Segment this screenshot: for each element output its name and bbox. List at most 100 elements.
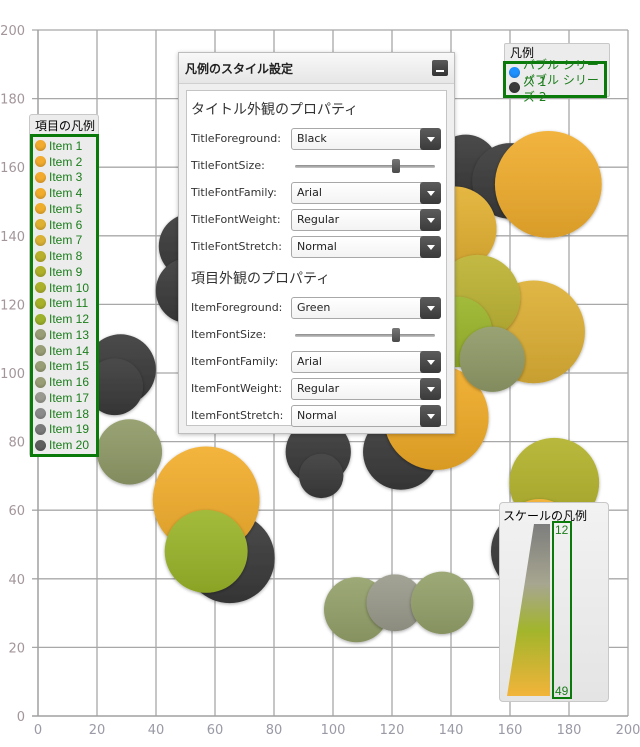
- title-fontweight-value: Regular: [297, 213, 340, 226]
- legend-swatch-icon: [35, 313, 46, 325]
- item-legend-label: Item 17: [49, 390, 90, 405]
- legend-swatch-icon: [35, 266, 46, 278]
- item-legend-entry: Item 14: [35, 343, 96, 359]
- legend-swatch-icon: [35, 282, 46, 294]
- item-legend-label: Item 1: [49, 138, 83, 153]
- slider-thumb[interactable]: [391, 158, 400, 173]
- title-foreground-combo[interactable]: Black: [291, 127, 441, 150]
- item-legend-label: Item 5: [49, 201, 83, 216]
- item-legend-entry: Item 4: [35, 185, 96, 201]
- x-tick-label: 120: [380, 723, 405, 738]
- bubble-shade: [298, 453, 344, 499]
- legend-swatch-icon: [35, 408, 46, 420]
- item-legend-label: Item 2: [49, 154, 83, 169]
- legend-swatch-icon: [35, 219, 46, 231]
- legend-swatch-icon: [35, 345, 46, 357]
- bubble[interactable]: [494, 130, 602, 238]
- slider-track: [295, 164, 435, 168]
- y-tick-label: 80: [8, 436, 25, 451]
- item-foreground-value: Green: [297, 301, 331, 314]
- item-fontsize-row: ItemFontSize:: [187, 321, 446, 348]
- y-tick-label: 180: [0, 93, 25, 108]
- scale-min-label: 12: [555, 523, 569, 537]
- title-fontweight-combo[interactable]: Regular: [291, 208, 441, 231]
- title-fontfamily-label: TitleFontFamily:: [191, 186, 277, 199]
- legend-swatch-icon: [35, 360, 46, 372]
- item-legend-label: Item 12: [49, 312, 90, 327]
- item-legend-entry: Item 11: [35, 296, 96, 312]
- dropdown-arrow-icon[interactable]: [420, 127, 441, 150]
- series-legend-list: バブル シリーズ 1 バブル シリーズ 2: [503, 58, 607, 104]
- scale-wedge: [507, 524, 550, 696]
- item-legend-label: Item 3: [49, 170, 83, 185]
- legend-swatch-icon: [35, 156, 46, 168]
- x-tick-label: 100: [321, 723, 346, 738]
- legend-swatch-icon: [35, 171, 46, 183]
- series-legend-entry: バブル シリーズ 2: [509, 73, 604, 104]
- item-section-heading: 項目外観のプロパティ: [191, 271, 331, 287]
- title-foreground-value: Black: [297, 132, 327, 145]
- item-legend-label: Item 13: [49, 327, 90, 342]
- dropdown-arrow-icon[interactable]: [420, 350, 441, 373]
- bubble-shade: [494, 130, 602, 238]
- legend-swatch-icon: [35, 376, 46, 388]
- dropdown-arrow-icon[interactable]: [420, 404, 441, 427]
- item-legend-label: Item 20: [49, 438, 90, 453]
- item-fontsize-slider[interactable]: [295, 325, 435, 345]
- bubble[interactable]: [164, 509, 248, 593]
- bubble-shade: [410, 571, 474, 635]
- item-legend-entry: Item 6: [35, 217, 96, 233]
- item-fontstretch-label: ItemFontStretch:: [191, 409, 284, 422]
- item-legend-label: Item 14: [49, 343, 90, 358]
- item-legend-entry: Item 13: [35, 327, 96, 343]
- item-legend-entry: Item 5: [35, 201, 96, 217]
- x-tick-label: 0: [34, 723, 42, 738]
- legend-swatch-icon: [35, 439, 46, 451]
- item-legend-label: Item 18: [49, 406, 90, 421]
- y-tick-label: 20: [8, 641, 25, 656]
- item-legend-entry: Item 9: [35, 264, 96, 280]
- title-fontstretch-label: TitleFontStretch:: [191, 240, 282, 253]
- item-fontfamily-row: ItemFontFamily: Arial: [187, 348, 446, 375]
- title-fontsize-slider[interactable]: [295, 156, 435, 176]
- x-tick-label: 60: [207, 723, 224, 738]
- dropdown-arrow-icon[interactable]: [420, 377, 441, 400]
- bubble[interactable]: [459, 326, 525, 392]
- bubble[interactable]: [96, 419, 163, 485]
- y-tick-label: 40: [8, 573, 25, 588]
- dropdown-arrow-icon[interactable]: [420, 181, 441, 204]
- item-legend-label: Item 8: [49, 249, 83, 264]
- x-tick-label: 20: [89, 723, 106, 738]
- title-fontfamily-combo[interactable]: Arial: [291, 181, 441, 204]
- bubble[interactable]: [410, 571, 474, 635]
- title-fontfamily-row: TitleFontFamily: Arial: [187, 179, 446, 206]
- item-legend-entry: Item 7: [35, 233, 96, 249]
- bubble-shade: [164, 509, 248, 593]
- item-legend-entry: Item 19: [35, 422, 96, 438]
- legend-style-panel: 凡例のスタイル設定 タイトル外観のプロパティ TitleForeground: …: [178, 52, 455, 434]
- dropdown-arrow-icon[interactable]: [420, 235, 441, 258]
- legend-swatch-icon: [35, 423, 46, 435]
- item-legend-label: Item 15: [49, 359, 90, 374]
- item-foreground-combo[interactable]: Green: [291, 296, 441, 319]
- item-fontweight-label: ItemFontWeight:: [191, 382, 283, 395]
- item-legend-entry: Item 12: [35, 311, 96, 327]
- title-fontstretch-combo[interactable]: Normal: [291, 235, 441, 258]
- item-fontstretch-combo[interactable]: Normal: [291, 404, 441, 427]
- item-legend-entry: Item 16: [35, 374, 96, 390]
- dropdown-arrow-icon[interactable]: [420, 208, 441, 231]
- item-fontweight-combo[interactable]: Regular: [291, 377, 441, 400]
- item-legend-label: Item 4: [49, 186, 83, 201]
- slider-thumb[interactable]: [391, 327, 400, 342]
- bubble-shade: [96, 419, 163, 485]
- item-fontsize-label: ItemFontSize:: [191, 328, 267, 341]
- item-fontfamily-label: ItemFontFamily:: [191, 355, 279, 368]
- bubble[interactable]: [298, 453, 344, 499]
- y-tick-label: 120: [0, 298, 25, 313]
- collapse-button[interactable]: [432, 60, 448, 76]
- item-fontfamily-combo[interactable]: Arial: [291, 350, 441, 373]
- item-foreground-row: ItemForeground: Green: [187, 294, 446, 321]
- dropdown-arrow-icon[interactable]: [420, 296, 441, 319]
- legend-swatch-icon: [35, 297, 46, 309]
- series-legend-label: バブル シリーズ 2: [523, 72, 599, 104]
